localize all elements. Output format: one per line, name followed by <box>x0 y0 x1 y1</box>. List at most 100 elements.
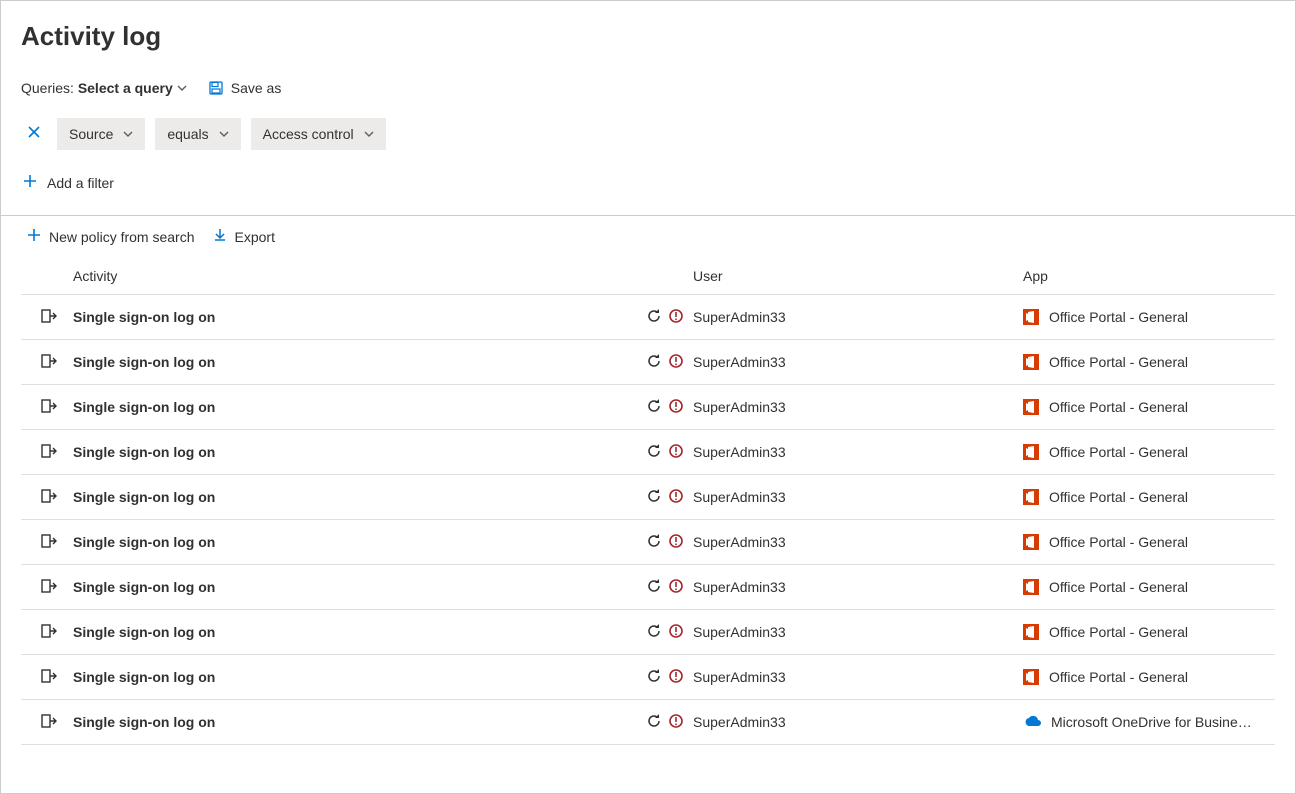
table-row[interactable]: Single sign-on log onSuperAdmin33Office … <box>21 430 1275 475</box>
alert-icon[interactable] <box>669 714 683 731</box>
app-label: Office Portal - General <box>1049 354 1188 370</box>
user-label: SuperAdmin33 <box>693 444 786 460</box>
refresh-icon[interactable] <box>647 354 661 371</box>
queries-label: Queries: <box>21 80 74 96</box>
refresh-icon[interactable] <box>647 579 661 596</box>
app-label: Office Portal - General <box>1049 309 1188 325</box>
activity-log-page: Activity log Queries: Select a query Sav… <box>0 0 1296 794</box>
office-icon <box>1023 624 1039 640</box>
new-policy-button[interactable]: New policy from search <box>27 228 195 245</box>
table-row[interactable]: Single sign-on log onSuperAdmin33Microso… <box>21 700 1275 745</box>
office-icon <box>1023 579 1039 595</box>
chevron-down-icon <box>177 83 187 93</box>
refresh-icon[interactable] <box>647 624 661 641</box>
user-label: SuperAdmin33 <box>693 489 786 505</box>
table-row[interactable]: Single sign-on log on SuperAdmin33 Office … <box>21 340 1275 385</box>
office-icon <box>1023 489 1039 505</box>
add-filter-label: Add a filter <box>47 175 114 191</box>
office-icon <box>1023 534 1039 550</box>
office-icon <box>1023 669 1039 685</box>
refresh-icon[interactable] <box>647 489 661 506</box>
add-filter-button[interactable]: Add a filter <box>21 170 1275 195</box>
signout-icon <box>40 353 58 372</box>
office-icon <box>1023 354 1039 370</box>
filter-source-label: Source <box>69 126 113 142</box>
user-label: SuperAdmin33 <box>693 669 786 685</box>
download-icon <box>213 228 227 245</box>
app-label: Office Portal - General <box>1049 669 1188 685</box>
activity-label: Single sign-on log on <box>73 624 215 640</box>
refresh-icon[interactable] <box>647 669 661 686</box>
export-label: Export <box>235 229 275 245</box>
app-label: Office Portal - General <box>1049 489 1188 505</box>
header-app[interactable]: App <box>1023 268 1048 284</box>
activity-label: Single sign-on log on <box>73 399 215 415</box>
actions-row: New policy from search Export <box>21 216 1275 257</box>
activity-label: Single sign-on log on <box>73 669 215 685</box>
office-icon <box>1023 444 1039 460</box>
alert-icon[interactable] <box>669 309 683 326</box>
export-button[interactable]: Export <box>213 228 275 245</box>
user-label: SuperAdmin33 <box>693 579 786 595</box>
header-activity[interactable]: Activity <box>73 268 117 284</box>
alert-icon[interactable] <box>669 354 683 371</box>
table-row[interactable]: Single sign-on log on SuperAdmin33 Office … <box>21 475 1275 520</box>
app-label: Office Portal - General <box>1049 444 1188 460</box>
refresh-icon[interactable] <box>647 534 661 551</box>
refresh-icon[interactable] <box>647 309 661 326</box>
save-as-button[interactable]: Save as <box>209 80 282 96</box>
user-label: SuperAdmin33 <box>693 399 786 415</box>
alert-icon[interactable] <box>669 534 683 551</box>
alert-icon[interactable] <box>669 669 683 686</box>
user-label: SuperAdmin33 <box>693 354 786 370</box>
user-label: SuperAdmin33 <box>693 714 786 730</box>
table-row[interactable]: Single sign-on log on SuperAdmin33 Office … <box>21 565 1275 610</box>
refresh-icon[interactable] <box>647 444 661 461</box>
table-row[interactable]: Single sign-on log onSuperAdmin33Office … <box>21 520 1275 565</box>
alert-icon[interactable] <box>669 489 683 506</box>
query-select-label: Select a query <box>78 80 173 96</box>
alert-icon[interactable] <box>669 624 683 641</box>
filter-row: Source equals Access control <box>21 118 1275 150</box>
app-label: Office Portal - General <box>1049 579 1188 595</box>
refresh-icon[interactable] <box>647 714 661 731</box>
header-user[interactable]: User <box>693 268 723 284</box>
activity-label: Single sign-on log on <box>73 489 215 505</box>
user-label: SuperAdmin33 <box>693 534 786 550</box>
filter-value-label: Access control <box>263 126 354 142</box>
plus-icon <box>23 174 37 191</box>
activity-label: Single sign-on log on <box>73 579 215 595</box>
app-label: Office Portal - General <box>1049 534 1188 550</box>
table-row[interactable]: Single sign-on log on SuperAdmin33 Office … <box>21 295 1275 340</box>
refresh-icon[interactable] <box>647 399 661 416</box>
user-label: SuperAdmin33 <box>693 309 786 325</box>
query-select-dropdown[interactable]: Select a query <box>78 80 187 96</box>
signout-icon <box>40 713 58 732</box>
new-policy-label: New policy from search <box>49 229 195 245</box>
table-row[interactable]: Single sign-on log onSuperAdmin33Office … <box>21 610 1275 655</box>
filter-operator-pill[interactable]: equals <box>155 118 240 150</box>
alert-icon[interactable] <box>669 579 683 596</box>
activity-label: Single sign-on log on <box>73 354 215 370</box>
filter-value-pill[interactable]: Access control <box>251 118 386 150</box>
chevron-down-icon <box>219 129 229 139</box>
signout-icon <box>40 578 58 597</box>
filter-source-pill[interactable]: Source <box>57 118 145 150</box>
filter-operator-label: equals <box>167 126 208 142</box>
table-row[interactable]: Single sign-on log on SuperAdmin33 Office … <box>21 655 1275 700</box>
page-title: Activity log <box>21 21 1275 52</box>
clear-filter-button[interactable] <box>21 119 47 150</box>
signout-icon <box>40 398 58 417</box>
activity-label: Single sign-on log on <box>73 309 215 325</box>
alert-icon[interactable] <box>669 444 683 461</box>
save-as-label: Save as <box>231 80 282 96</box>
activity-table: Activity User App Single sign-on log onS… <box>21 257 1275 793</box>
table-row[interactable]: Single sign-on log onSuperAdmin33Office … <box>21 385 1275 430</box>
office-icon <box>1023 309 1039 325</box>
plus-icon <box>27 228 41 245</box>
signout-icon <box>40 533 58 552</box>
alert-icon[interactable] <box>669 399 683 416</box>
signout-icon <box>40 443 58 462</box>
onedrive-icon <box>1023 715 1041 729</box>
signout-icon <box>40 308 58 327</box>
